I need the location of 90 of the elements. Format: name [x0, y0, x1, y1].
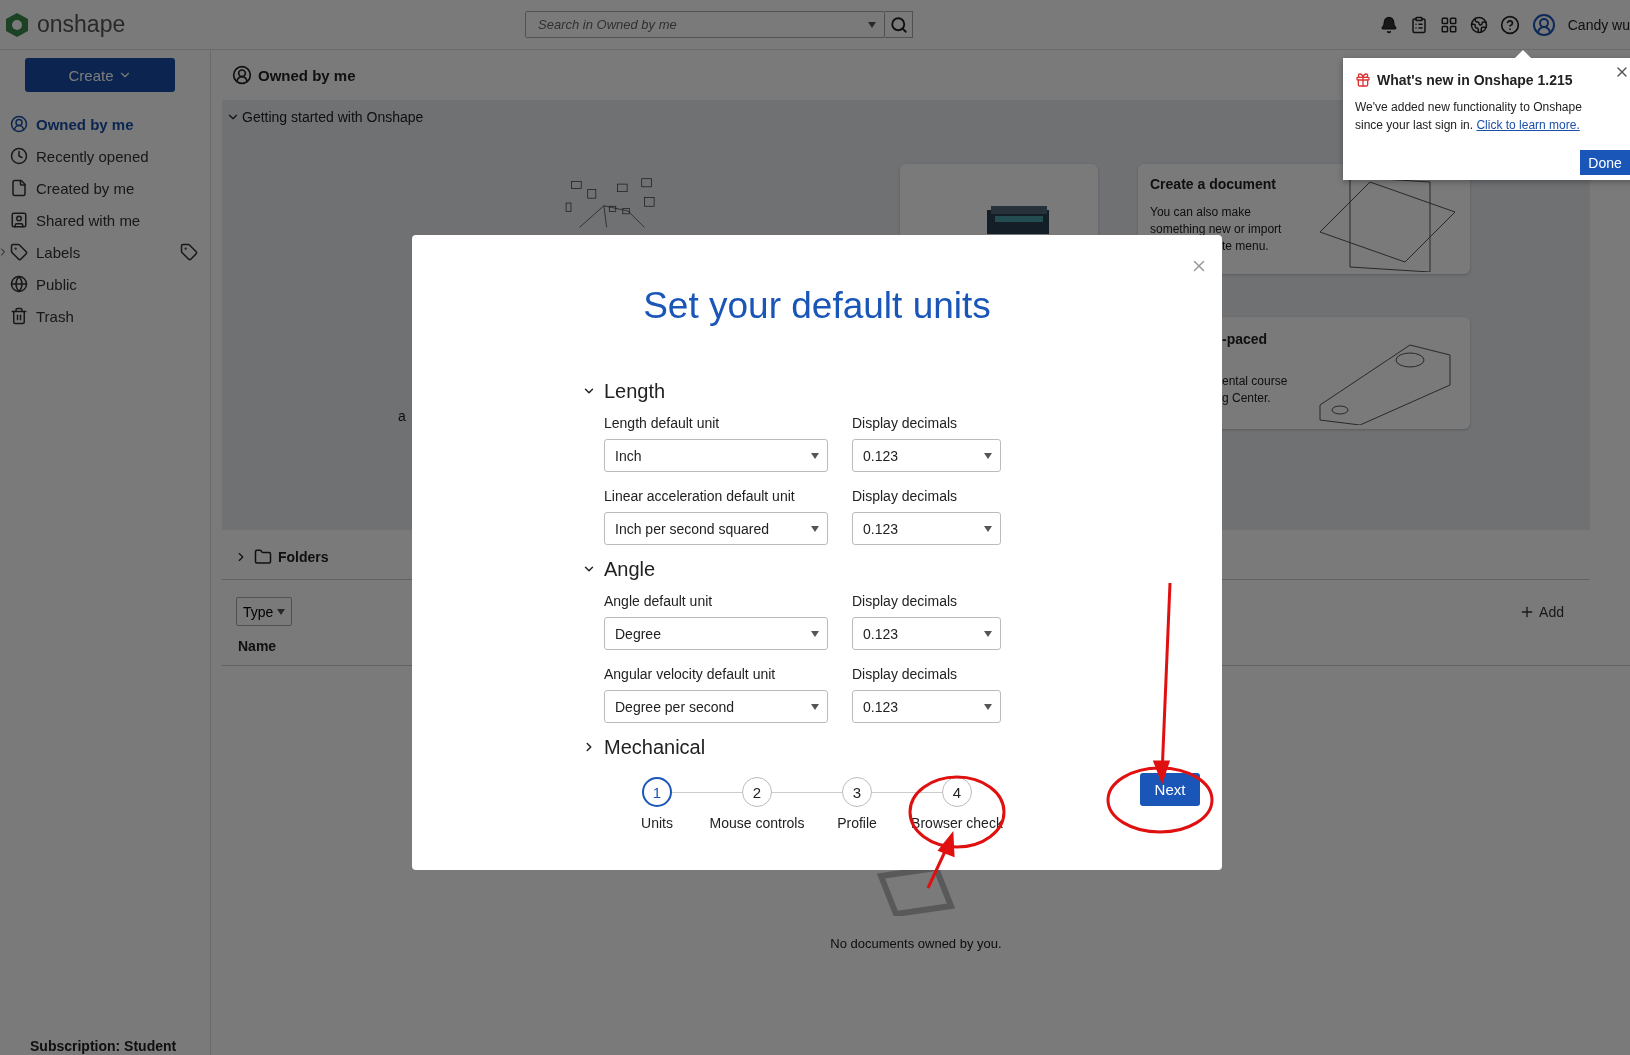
user-name[interactable]: Candy wu — [1567, 16, 1630, 33]
folder-icon — [254, 548, 272, 566]
step-number: 2 — [742, 777, 772, 807]
logo-text: onshape — [37, 11, 126, 38]
caret-icon — [277, 608, 286, 615]
sidebar-item[interactable]: Owned by me — [0, 108, 210, 140]
popover-text: We've added new functionality to Onshape since your last sign in. Click to learn more. — [1355, 99, 1583, 134]
tag-icon — [10, 243, 28, 261]
card-title: -paced — [1222, 331, 1269, 347]
sidebar-item[interactable]: Trash — [0, 300, 210, 332]
folders-label[interactable]: Folders — [278, 549, 329, 565]
card-text: something new or import — [1150, 221, 1283, 238]
search-field[interactable]: Search in Owned by me — [525, 11, 885, 38]
card-text: ental course — [1222, 373, 1289, 390]
section-header[interactable]: Angle — [582, 553, 1007, 585]
card-text: You can also make — [1150, 204, 1252, 221]
card-text: te menu. — [1221, 238, 1270, 255]
caret-icon — [811, 525, 819, 532]
field-label: Display decimals — [852, 666, 958, 682]
field-label: Display decimals — [852, 415, 958, 431]
person-card-icon — [10, 211, 28, 229]
field-label: Length default unit — [604, 415, 720, 431]
type-filter[interactable]: Type — [236, 597, 293, 626]
field-label: Angle default unit — [604, 593, 713, 609]
sidebar-item[interactable]: Labels — [0, 236, 210, 268]
bell-icon[interactable] — [1379, 15, 1398, 34]
unit-select[interactable]: Inch — [604, 439, 828, 472]
card-title: Create a document — [1150, 176, 1278, 192]
sidebar-item[interactable]: Created by me — [0, 172, 210, 204]
caret-icon — [984, 525, 992, 532]
panel-title[interactable]: Getting started with Onshape — [242, 109, 424, 125]
subscription-label: Subscription: Student — [30, 1037, 178, 1055]
gift-icon — [1355, 72, 1371, 88]
field-label: Display decimals — [852, 593, 958, 609]
sidebar-item[interactable]: Recently opened — [0, 140, 210, 172]
caret-icon — [811, 703, 819, 710]
clipboard-icon[interactable] — [1409, 15, 1428, 34]
dialog-title: Set your default units — [643, 285, 991, 327]
globe-icon — [10, 275, 28, 293]
step-number: 3 — [842, 777, 872, 807]
clock-icon — [10, 147, 28, 165]
sidebar-item[interactable]: Shared with me — [0, 204, 210, 236]
field-label: Linear acceleration default unit — [604, 488, 795, 504]
logo-icon — [5, 11, 29, 38]
add-button[interactable]: Add — [1513, 602, 1570, 621]
column-header[interactable]: Name — [238, 637, 277, 654]
next-button[interactable]: Next — [1140, 773, 1200, 806]
annotation-arrow — [926, 830, 955, 889]
text-fragment: a — [398, 408, 406, 424]
done-button[interactable]: Done — [1580, 150, 1630, 175]
unit-select[interactable]: Degree — [604, 617, 828, 650]
section-header[interactable]: Length — [582, 375, 1007, 407]
decimals-select[interactable]: 0.123 — [852, 690, 1001, 723]
caret-icon — [811, 452, 819, 459]
caret-icon — [868, 21, 876, 28]
user-icon — [232, 65, 252, 85]
step-label: Profile — [837, 815, 877, 831]
user-circle-icon — [10, 115, 28, 133]
apps-icon[interactable] — [1439, 15, 1458, 34]
page-title: Owned by me — [258, 66, 356, 84]
step-number: 1 — [642, 777, 672, 807]
field-label: Angular velocity default unit — [604, 666, 776, 682]
search-icon — [889, 15, 908, 34]
section-header[interactable]: Mechanical — [582, 731, 1007, 763]
search-button[interactable] — [885, 11, 913, 38]
caret-icon — [984, 452, 992, 459]
caret-icon — [811, 630, 819, 637]
tag-icon[interactable] — [180, 243, 198, 261]
trash-icon — [10, 307, 28, 325]
popover-title: What's new in Onshape 1.215 — [1377, 72, 1573, 88]
empty-message: No documents owned by you. — [830, 936, 1002, 951]
step-label: Mouse controls — [709, 815, 805, 831]
step-number: 4 — [942, 777, 972, 807]
help-icon[interactable] — [1499, 14, 1520, 35]
document-icon — [10, 179, 28, 197]
learn-more-link[interactable]: Click to learn more. — [1476, 118, 1580, 132]
decimals-select[interactable]: 0.123 — [852, 512, 1001, 545]
sidebar-item[interactable]: Public — [0, 268, 210, 300]
unit-select[interactable]: Degree per second — [604, 690, 828, 723]
unit-select[interactable]: Inch per second squared — [604, 512, 828, 545]
caret-icon — [984, 703, 992, 710]
avatar-icon[interactable] — [1531, 12, 1556, 37]
decimals-select[interactable]: 0.123 — [852, 617, 1001, 650]
decimals-select[interactable]: 0.123 — [852, 439, 1001, 472]
field-label: Display decimals — [852, 488, 958, 504]
step-label: Units — [641, 815, 673, 831]
globe-icon[interactable] — [1469, 15, 1488, 34]
card-text: g Center. — [1222, 390, 1272, 407]
create-button[interactable]: Create — [25, 58, 175, 92]
caret-icon — [984, 630, 992, 637]
